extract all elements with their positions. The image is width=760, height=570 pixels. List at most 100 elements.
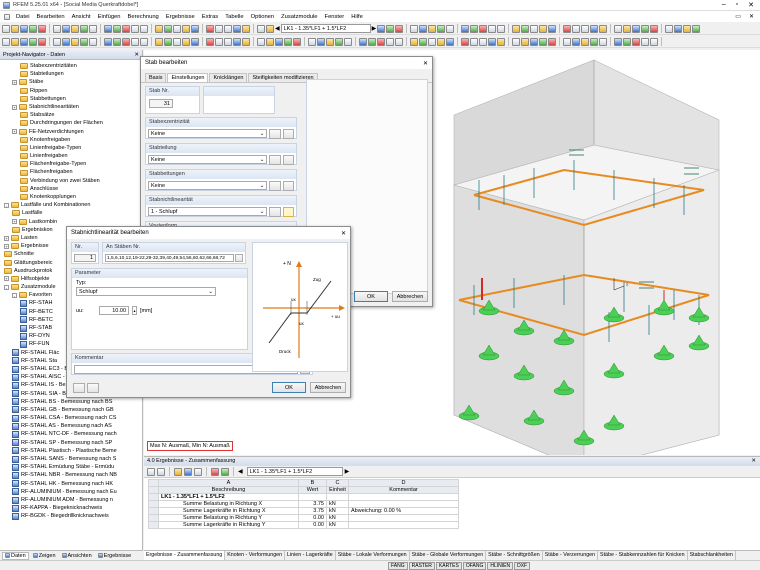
toolbar-tool-icon[interactable] (89, 24, 97, 33)
member-cancel-button[interactable]: Abbrechen (392, 291, 428, 302)
member-no-field[interactable]: 31 (149, 99, 173, 108)
toolbar-tool-icon[interactable] (437, 24, 446, 33)
toolbar-tool-icon[interactable] (173, 37, 181, 46)
toolbar-tool-icon[interactable] (386, 37, 394, 46)
toolbar-tool-icon[interactable] (224, 24, 232, 33)
toolbar-tool-icon[interactable] (266, 37, 274, 46)
minimize-icon[interactable]: – (722, 1, 726, 9)
toolbar-tool-icon[interactable] (530, 37, 538, 46)
member-tab-0[interactable]: Basis (145, 73, 167, 82)
toolbar-tool-icon[interactable] (428, 37, 436, 46)
toolbar-tool-icon[interactable] (641, 37, 649, 46)
toolbar-tool-icon[interactable] (665, 24, 674, 33)
results-tab-5[interactable]: Stäbe - Schnittgrößen (486, 551, 543, 560)
expander-icon[interactable]: + (12, 79, 17, 85)
navigator-item[interactable]: RF-ALUMINIUM ADM - Bemessung n (4, 496, 142, 504)
toolbar-tool-icon[interactable] (344, 37, 352, 46)
nl-cancel-button[interactable]: Abbrechen (310, 382, 346, 393)
toolbar-tool-icon[interactable] (539, 37, 547, 46)
results-tab-6[interactable]: Stäbe - Verzerrungen (543, 551, 599, 560)
toolbar-tool-icon[interactable] (62, 24, 70, 33)
expander-icon[interactable]: + (4, 235, 9, 241)
toolbar-tool-icon[interactable] (317, 37, 325, 46)
column-header[interactable]: Einheit (326, 486, 349, 494)
toolbar-tool-icon[interactable] (395, 24, 404, 33)
member-section-combo-3[interactable]: 1 - Schlupf ⌄ (148, 207, 268, 216)
navigator-item[interactable]: RF-STAHL CSA - Bemessung nach CS (4, 414, 142, 422)
toolbar-tool-icon[interactable] (623, 37, 631, 46)
expander-icon[interactable]: + (12, 129, 17, 135)
toolbar-tool-icon[interactable] (53, 24, 61, 33)
toolbar-tool-icon[interactable] (113, 24, 121, 33)
nl-type-combo[interactable]: Schlupf ⌄ (76, 287, 216, 296)
member-tab-1[interactable]: Einstellungen (167, 73, 209, 82)
results-loadcase-combo[interactable]: LK1 - 1.35*LF1 + 1.5*LF2 (246, 467, 343, 476)
toolbar-tool-icon[interactable] (122, 24, 130, 33)
restore-icon[interactable]: ▭ (735, 13, 741, 20)
result-icon[interactable] (221, 467, 229, 476)
toolbar-tool-icon[interactable] (206, 24, 214, 33)
toolbar-tool-icon[interactable] (2, 37, 10, 46)
toolbar-tool-icon[interactable] (428, 24, 437, 33)
filter-icon[interactable] (174, 467, 182, 476)
status-toggle-0[interactable]: FANG (388, 561, 408, 570)
toolbar-tool-icon[interactable] (140, 37, 148, 46)
toolbar-tool-icon[interactable] (335, 37, 343, 46)
toolbar-tool-icon[interactable] (284, 37, 292, 46)
results-tab-2[interactable]: Linien - Lagerkräfte (285, 551, 336, 560)
nl-members-select-button[interactable] (235, 254, 243, 262)
toolbar-tool-icon[interactable] (215, 37, 223, 46)
menu-item-2[interactable]: Ansicht (72, 14, 91, 20)
column-header[interactable]: Beschreibung (158, 486, 299, 494)
toolbar-tool-icon[interactable] (62, 37, 70, 46)
toolbar-tool-icon[interactable] (11, 37, 19, 46)
navigator-item[interactable]: Lastfälle (4, 209, 142, 217)
column-header[interactable]: Kommentar (348, 486, 459, 494)
dialog-close-icon[interactable]: ✕ (423, 60, 428, 67)
toolbar-tool-icon[interactable] (386, 24, 395, 33)
expander-icon[interactable]: + (12, 104, 17, 110)
toolbar-tool-icon[interactable] (29, 37, 37, 46)
column-header[interactable]: Wert (298, 486, 327, 494)
edit-icon[interactable] (147, 467, 155, 476)
nl-close-icon[interactable]: ✕ (341, 230, 346, 237)
toolbar-tool-icon[interactable] (539, 24, 548, 33)
status-toggle-4[interactable]: HLINIEN (487, 561, 514, 570)
toolbar-tool-icon[interactable] (446, 24, 455, 33)
toolbar-tool-icon[interactable] (20, 24, 28, 33)
toolbar-tool-icon[interactable] (104, 37, 112, 46)
toolbar-tool-icon[interactable] (368, 37, 376, 46)
menu-item-4[interactable]: Berechnung (128, 14, 159, 20)
toolbar-tool-icon[interactable] (641, 24, 650, 33)
navigator-tab-0[interactable]: Daten (2, 551, 29, 560)
toolbar-tool-icon[interactable] (131, 37, 139, 46)
toolbar-tool-icon[interactable] (521, 37, 529, 46)
status-toggle-5[interactable]: DXF (514, 561, 531, 570)
menu-item-1[interactable]: Bearbeiten (37, 14, 65, 20)
navigator-item[interactable]: RF-STAHL GB - Bemessung nach GB (4, 406, 142, 414)
navigator-item[interactable]: - Lastfälle und Kombinationen (4, 201, 142, 209)
toolbar-tool-icon[interactable] (293, 37, 301, 46)
toolbar-tool-icon[interactable] (11, 24, 19, 33)
toolbar-tool-icon[interactable] (29, 24, 37, 33)
navigator-item[interactable]: Flächenfreigaben (4, 168, 142, 176)
menu-item-0[interactable]: Datei (16, 14, 30, 20)
navigator-item[interactable]: Stabsätze (4, 111, 142, 119)
navigator-item[interactable]: Knotenfreigaben (4, 136, 142, 144)
close-doc-icon[interactable]: ✕ (749, 13, 754, 20)
toolbar-tool-icon[interactable] (470, 24, 479, 33)
navigator-item[interactable]: Anschlüsse (4, 185, 142, 193)
toolbar-tool-icon[interactable] (530, 24, 539, 33)
reset-icon[interactable] (87, 383, 99, 393)
edit-item-button[interactable] (282, 129, 294, 139)
toolbar-tool-icon[interactable] (479, 37, 487, 46)
toolbar-tool-icon[interactable] (140, 24, 148, 33)
navigator-item[interactable]: Rippen (4, 87, 142, 95)
toolbar-tool-icon[interactable] (89, 37, 97, 46)
new-item-button[interactable] (269, 207, 281, 217)
toolbar-tool-icon[interactable] (308, 37, 316, 46)
toolbar-tool-icon[interactable] (242, 37, 250, 46)
member-ok-button[interactable]: OK (354, 291, 388, 302)
toolbar-tool-icon[interactable] (395, 37, 403, 46)
toolbar-tool-icon[interactable] (521, 24, 530, 33)
